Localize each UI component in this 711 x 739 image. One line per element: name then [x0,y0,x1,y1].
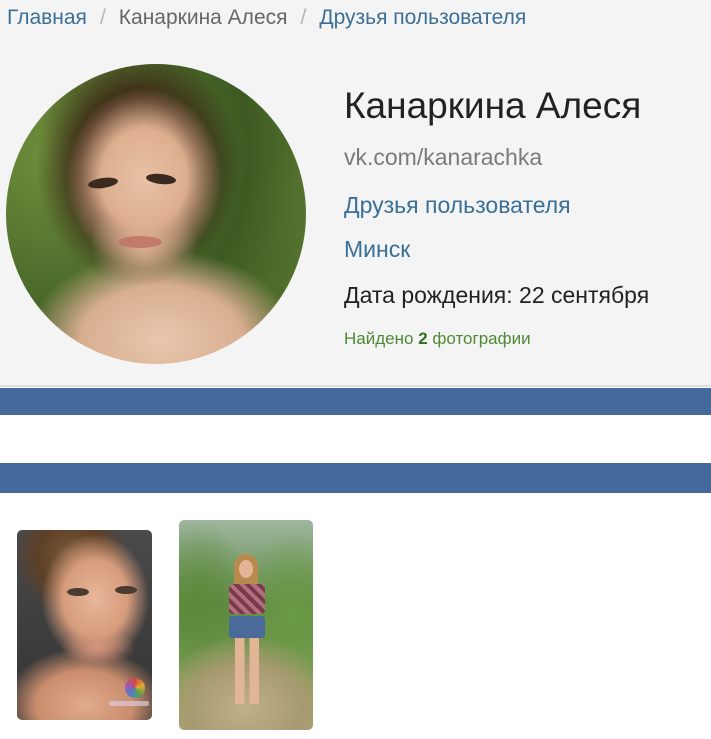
breadcrumb-separator: / [300,6,307,29]
breadcrumb: Главная / Канаркина Алеся / Друзья пользоват… [7,6,526,30]
top-blue-bar [0,388,711,415]
photo-detail [235,638,259,704]
birth-date-label: Дата рождения: [344,282,513,308]
watermark-text [109,701,149,706]
bottom-blue-bar [0,463,711,493]
birth-date: Дата рождения: 22 сентября [344,281,649,309]
photo-detail [115,586,137,594]
profile-header: Главная / Канаркина Алеся / Друзья пользоват… [0,0,711,387]
photo-thumbnail-outdoor[interactable] [179,520,313,730]
profile-name: Канаркина Алеся [344,85,642,126]
breadcrumb-friends-link[interactable]: Друзья пользователя [319,6,526,29]
watermark-logo-icon [125,678,145,698]
photos-found-suffix: фотографии [432,329,531,348]
photo-detail [229,616,265,638]
avatar-detail [118,236,162,248]
photos-found-count: 2 [418,329,428,348]
birth-date-value: 22 сентября [519,282,650,308]
breadcrumb-user: Канаркина Алеся [118,6,288,29]
friends-link[interactable]: Друзья пользователя [344,191,571,219]
city-link[interactable]: Минск [344,235,410,263]
photo-detail [229,584,265,614]
photos-found-text: Найдено 2 фотографии [344,328,531,350]
breadcrumb-separator: / [99,6,106,29]
profile-page: Главная / Канаркина Алеся / Друзья пользоват… [0,0,711,739]
vk-profile-link[interactable]: vk.com/kanarachka [344,143,542,171]
photos-found-prefix: Найдено [344,329,414,348]
breadcrumb-home-link[interactable]: Главная [7,6,87,29]
avatar-detail [87,175,119,191]
avatar[interactable] [6,64,306,364]
photo-detail [239,560,253,578]
photo-detail [67,588,89,596]
avatar-detail [145,172,177,186]
photo-thumbnail-portrait[interactable] [17,530,152,720]
